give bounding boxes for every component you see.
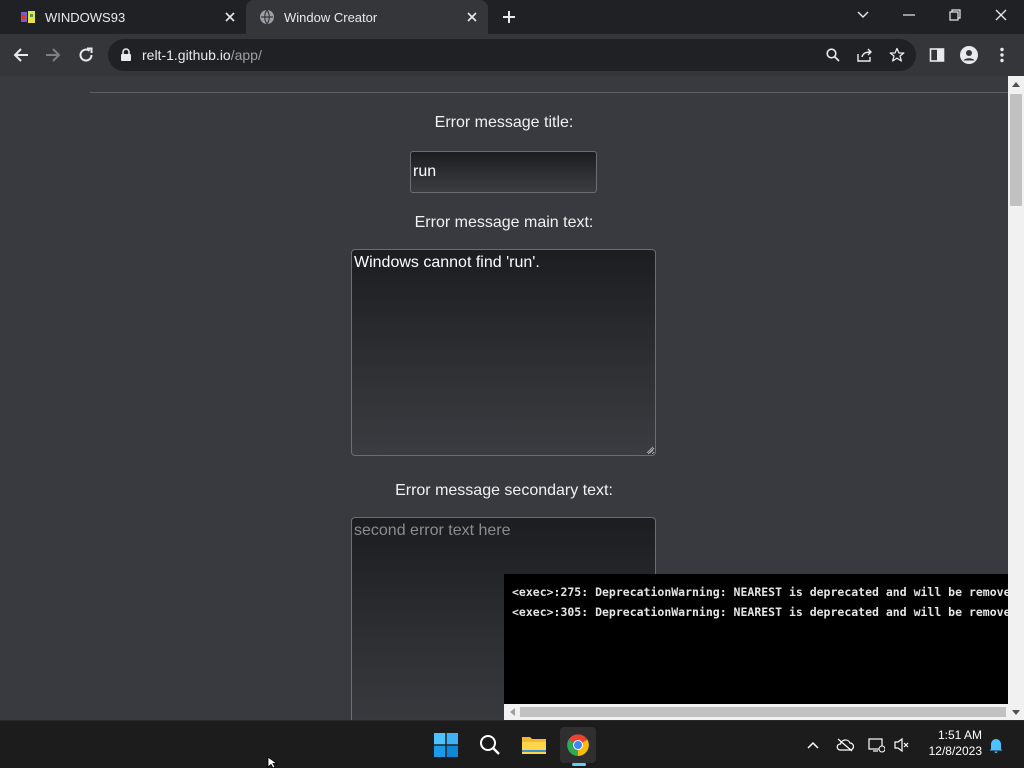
close-window-button[interactable] xyxy=(978,0,1024,30)
chrome-icon xyxy=(567,734,589,756)
scroll-down-button[interactable] xyxy=(1008,704,1024,720)
chrome-taskbar-button[interactable] xyxy=(560,727,596,763)
restore-icon xyxy=(949,9,961,21)
console-output: <exec>:275: DeprecationWarning: NEAREST … xyxy=(504,574,1008,704)
show-hidden-icons-button[interactable] xyxy=(804,736,822,754)
console-scroll-left-button[interactable] xyxy=(506,706,518,718)
cloud-offline-icon xyxy=(836,738,854,752)
close-icon xyxy=(995,9,1007,21)
browser-toolbar: relt-1.github.io/app/ xyxy=(0,34,1024,76)
tab-search-button[interactable] xyxy=(840,0,886,30)
minimize-icon xyxy=(903,14,915,16)
globe-icon xyxy=(260,9,274,25)
url-path: /app/ xyxy=(230,47,262,63)
clock-date: 12/8/2023 xyxy=(928,744,982,758)
divider xyxy=(90,92,1008,93)
volume-muted-icon xyxy=(894,737,909,753)
reload-icon xyxy=(79,47,93,62)
windows93-favicon xyxy=(21,11,35,23)
restore-button[interactable] xyxy=(932,0,978,30)
more-vertical-icon xyxy=(1000,47,1004,63)
notifications-button[interactable] xyxy=(987,736,1005,754)
clock-time: 1:51 AM xyxy=(937,728,982,742)
scroll-down-arrow-icon xyxy=(1012,709,1020,715)
tab-title: WINDOWS93 xyxy=(45,9,126,25)
desktop-screen: WINDOWS93 Window Creator relt-1.github.i… xyxy=(0,0,1024,768)
onedrive-button[interactable] xyxy=(836,736,854,754)
network-button[interactable] xyxy=(867,736,885,754)
search-icon xyxy=(480,735,500,755)
mouse-cursor-icon xyxy=(267,757,279,768)
folder-icon xyxy=(522,737,546,754)
bell-icon xyxy=(989,739,1003,753)
bookmark-star-icon[interactable] xyxy=(889,47,905,63)
reload-button[interactable] xyxy=(74,43,98,67)
file-explorer-button[interactable] xyxy=(516,727,552,763)
forward-arrow-icon xyxy=(46,48,61,62)
start-button[interactable] xyxy=(428,727,464,763)
scroll-up-button[interactable] xyxy=(1008,76,1024,92)
title-label: Error message title: xyxy=(434,114,574,131)
minimize-button[interactable] xyxy=(886,0,932,30)
network-ethernet-icon xyxy=(868,738,885,753)
back-button[interactable] xyxy=(9,43,33,67)
scroll-up-arrow-icon xyxy=(1012,81,1020,87)
close-tab-icon[interactable] xyxy=(464,9,480,25)
url-text: relt-1.github.io/app/ xyxy=(142,47,262,63)
tab-window-creator[interactable]: Window Creator xyxy=(246,0,488,34)
forward-button[interactable] xyxy=(41,43,65,67)
plus-icon xyxy=(503,11,515,23)
resize-grip-icon[interactable] xyxy=(645,445,654,454)
main-text-label: Error message main text: xyxy=(414,214,594,231)
site-info-icon[interactable] xyxy=(118,47,134,63)
menu-button[interactable] xyxy=(990,43,1014,67)
active-app-indicator xyxy=(572,763,586,766)
search-icon[interactable] xyxy=(825,47,841,63)
windows-logo-icon xyxy=(434,733,458,757)
console-line: <exec>:305: DeprecationWarning: NEAREST … xyxy=(512,605,1008,619)
clock[interactable]: 1:51 AM 12/8/2023 xyxy=(918,727,982,759)
scroll-left-arrow-icon xyxy=(509,708,515,716)
console-line: <exec>:275: DeprecationWarning: NEAREST … xyxy=(512,585,1008,599)
profile-button[interactable] xyxy=(957,43,981,67)
console-scrollbar-thumb[interactable] xyxy=(520,707,1006,717)
tab-title: Window Creator xyxy=(284,9,378,25)
share-icon[interactable] xyxy=(857,47,873,63)
tab-strip: WINDOWS93 Window Creator xyxy=(0,0,1024,34)
back-arrow-icon xyxy=(13,48,28,62)
new-tab-button[interactable] xyxy=(498,6,520,28)
side-panel-button[interactable] xyxy=(925,43,949,67)
profile-avatar-icon xyxy=(960,46,978,64)
title-input[interactable] xyxy=(410,151,597,193)
chevron-up-icon xyxy=(807,741,819,749)
tab-windows93[interactable]: WINDOWS93 xyxy=(0,0,246,34)
close-tab-icon[interactable] xyxy=(222,9,238,25)
main-text-input[interactable]: Windows cannot find 'run'. xyxy=(351,249,656,456)
url-host: relt-1.github.io xyxy=(142,47,231,63)
volume-button[interactable] xyxy=(893,736,911,754)
taskbar-search-button[interactable] xyxy=(472,727,508,763)
address-bar[interactable]: relt-1.github.io/app/ xyxy=(108,39,916,71)
scrollbar-thumb[interactable] xyxy=(1010,94,1022,206)
chevron-down-icon xyxy=(857,11,869,18)
secondary-text-label: Error message secondary text: xyxy=(395,482,613,499)
side-panel-icon xyxy=(929,48,945,62)
